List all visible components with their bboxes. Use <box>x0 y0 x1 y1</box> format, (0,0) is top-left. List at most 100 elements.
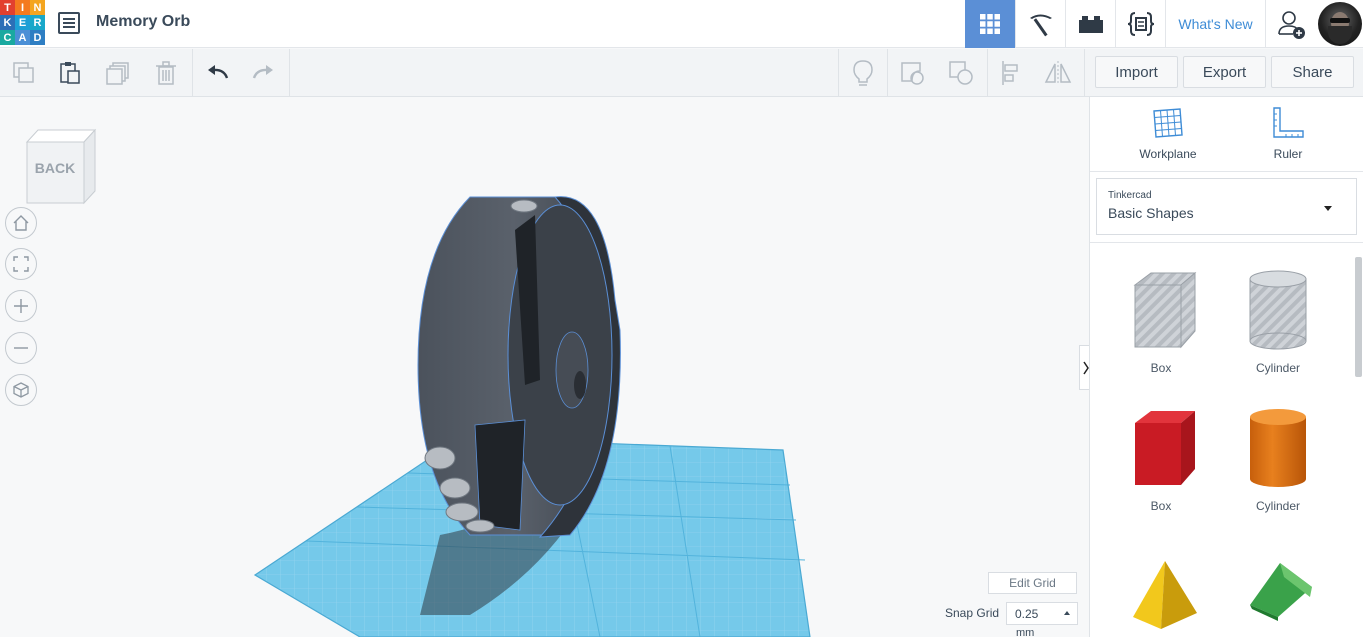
view-cube-face-label: BACK <box>35 160 75 176</box>
mirror-icon <box>1044 61 1072 85</box>
logo-letter: E <box>15 15 30 30</box>
home-view-button[interactable] <box>5 207 37 239</box>
shape-label: Box <box>1150 499 1172 513</box>
shape-roof[interactable] <box>1228 547 1328 637</box>
plus-icon <box>14 299 28 313</box>
undo-icon <box>208 65 229 79</box>
share-button[interactable]: Share <box>1271 56 1354 88</box>
caret-down-icon <box>1324 206 1332 211</box>
snap-grid-unit: mm <box>1016 627 1035 637</box>
edit-grid-button[interactable]: Edit Grid <box>988 572 1077 594</box>
zoom-out-button[interactable] <box>5 332 37 364</box>
ungroup-icon <box>949 61 973 85</box>
blocks-view-button[interactable] <box>1015 0 1065 48</box>
undo-button[interactable] <box>193 49 241 97</box>
logo-letter: R <box>30 15 45 30</box>
shapes-panel: Workplane Ruler Tinkercad Basic Shapes B… <box>1089 97 1363 637</box>
logo-letter: A <box>15 30 30 45</box>
shape-box-solid[interactable]: Box <box>1111 405 1211 513</box>
redo-icon <box>252 65 273 79</box>
top-header: T I N K E R C A D Memory Orb What's New <box>0 0 1363 48</box>
box-hole-icon <box>1133 271 1197 349</box>
group-icon <box>901 62 924 85</box>
shape-label: Box <box>1150 361 1172 375</box>
roof-icon <box>1250 563 1312 621</box>
library-provider: Tinkercad <box>1108 190 1152 201</box>
shape-label: Cylinder <box>1255 499 1300 513</box>
logo-letter: I <box>15 0 30 15</box>
ruler-icon <box>1273 107 1304 138</box>
duplicate-button[interactable] <box>94 49 142 97</box>
caret-up-icon <box>1064 611 1070 615</box>
pickaxe-icon <box>1029 14 1052 37</box>
fit-view-icon <box>13 256 29 272</box>
ruler-button[interactable]: Ruler <box>1238 105 1338 167</box>
codeblocks-view-button[interactable] <box>1115 0 1165 48</box>
add-user-icon <box>1277 11 1305 39</box>
redo-button[interactable] <box>240 49 288 97</box>
view-cube[interactable]: BACK <box>25 128 97 205</box>
grid-icon <box>980 14 1000 34</box>
orthographic-view-button[interactable] <box>5 374 37 406</box>
3d-design-view-button[interactable] <box>965 0 1015 48</box>
snap-grid-select[interactable]: 0.25 <box>1006 602 1078 625</box>
avatar[interactable] <box>1318 2 1362 46</box>
shape-cylinder-hole[interactable]: Cylinder <box>1228 267 1328 375</box>
notes-button[interactable] <box>839 49 887 97</box>
shape-box-hole[interactable]: Box <box>1111 267 1211 375</box>
brick-icon <box>1078 16 1103 33</box>
code-braces-icon <box>1127 12 1154 36</box>
import-button[interactable]: Import <box>1095 56 1178 88</box>
home-icon <box>13 215 29 231</box>
design-list-icon[interactable] <box>58 12 80 34</box>
align-icon <box>1002 61 1018 85</box>
shape-pyramid[interactable] <box>1111 547 1211 637</box>
box-solid-icon <box>1135 411 1195 485</box>
shape-label: Cylinder <box>1255 361 1300 375</box>
snap-grid-label: Snap Grid <box>945 606 1000 620</box>
workplane-label: Workplane <box>1139 147 1197 161</box>
trash-icon <box>156 61 176 85</box>
bricks-view-button[interactable] <box>1065 0 1115 48</box>
tinkercad-logo[interactable]: T I N K E R C A D <box>0 0 45 45</box>
mirror-button[interactable] <box>1034 49 1082 97</box>
fit-view-button[interactable] <box>5 248 37 280</box>
shape-cylinder-solid[interactable]: Cylinder <box>1228 405 1328 513</box>
logo-letter: N <box>30 0 45 15</box>
cube-icon <box>13 382 29 398</box>
shape-library-select[interactable]: Tinkercad Basic Shapes <box>1096 178 1357 235</box>
duplicate-icon <box>106 62 129 85</box>
design-title[interactable]: Memory Orb <box>96 13 190 31</box>
logo-letter: D <box>30 30 45 45</box>
paste-icon <box>60 62 80 84</box>
ruler-label: Ruler <box>1273 147 1303 161</box>
align-button[interactable] <box>988 49 1036 97</box>
cylinder-hole-icon <box>1249 270 1307 350</box>
paste-button[interactable] <box>46 49 94 97</box>
delete-button[interactable] <box>142 49 190 97</box>
logo-letter: T <box>0 0 15 15</box>
edit-toolbar: Import Export Share <box>0 49 1363 97</box>
add-user-button[interactable] <box>1265 0 1315 48</box>
scene-canvas[interactable]: BACK <box>0 97 1089 637</box>
logo-letter: K <box>0 15 15 30</box>
memory-orb-model[interactable] <box>417 196 621 538</box>
pyramid-icon <box>1133 561 1197 629</box>
3d-viewport[interactable]: BACK Edit Grid Snap Grid 0.25 mm <box>0 97 1089 637</box>
library-name: Basic Shapes <box>1108 205 1194 221</box>
workplane-icon <box>1153 108 1183 138</box>
zoom-in-button[interactable] <box>5 290 37 322</box>
ungroup-button[interactable] <box>937 49 985 97</box>
lightbulb-icon <box>853 60 873 86</box>
cylinder-solid-icon <box>1250 409 1306 487</box>
copy-icon <box>13 62 34 83</box>
snap-grid-value: 0.25 <box>1015 607 1039 621</box>
whats-new-button[interactable]: What's New <box>1165 0 1265 48</box>
export-button[interactable]: Export <box>1183 56 1266 88</box>
copy-button[interactable] <box>0 49 48 97</box>
workplane-button[interactable]: Workplane <box>1118 105 1218 167</box>
group-button[interactable] <box>888 49 936 97</box>
panel-scrollbar[interactable] <box>1355 257 1362 377</box>
logo-letter: C <box>0 30 15 45</box>
minus-icon <box>14 347 28 349</box>
